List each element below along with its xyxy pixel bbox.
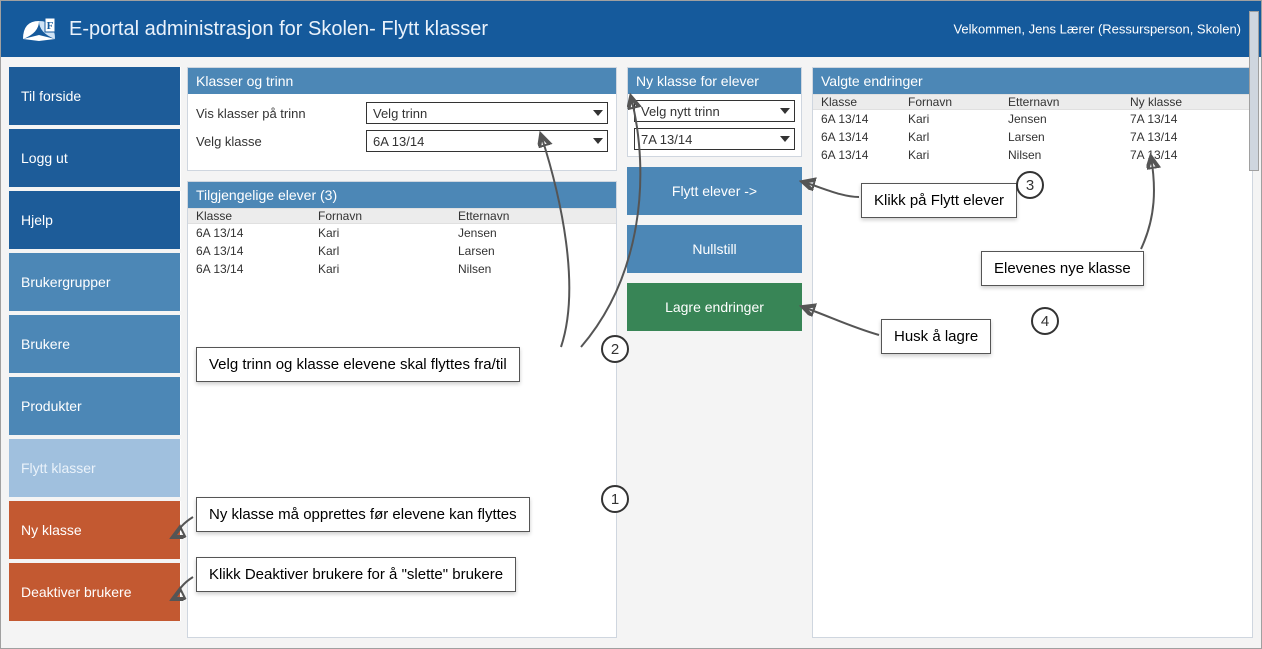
chevron-down-icon bbox=[593, 138, 603, 144]
row-show-grade: Vis klasser på trinn Velg trinn bbox=[196, 102, 608, 124]
move-students-button[interactable]: Flytt elever -> bbox=[627, 167, 802, 215]
col-nyklasse: Ny klasse bbox=[1130, 95, 1252, 109]
sidebar-item-products[interactable]: Produkter bbox=[9, 377, 181, 435]
select-class[interactable]: 6A 13/14 bbox=[366, 130, 608, 152]
body: Til forside Logg ut Hjelp Brukergrupper … bbox=[1, 57, 1261, 648]
app-window: F E-portal administrasjon for Skolen- Fl… bbox=[0, 0, 1262, 649]
col-fornavn: Fornavn bbox=[318, 209, 458, 223]
callout-6: Klikk Deaktiver brukere for å "slette" b… bbox=[196, 557, 516, 592]
panel-header: Klasser og trinn bbox=[188, 68, 616, 94]
sidebar-item-label: Produkter bbox=[21, 398, 82, 414]
callout-num-2: 2 bbox=[601, 335, 629, 363]
select-new-class[interactable]: 7A 13/14 bbox=[634, 128, 795, 150]
callout-num-4: 4 bbox=[1031, 307, 1059, 335]
sidebar-item-usergroups[interactable]: Brukergrupper bbox=[9, 253, 181, 311]
callout-num-3: 3 bbox=[1016, 171, 1044, 199]
sidebar-item-deactivate[interactable]: Deaktiver brukere bbox=[9, 563, 181, 621]
callout-4: Husk å lagre bbox=[881, 319, 991, 354]
col-etternavn: Etternavn bbox=[1008, 95, 1130, 109]
col-klasse: Klasse bbox=[813, 95, 908, 109]
sidebar-item-label: Til forside bbox=[21, 88, 81, 104]
svg-text:F: F bbox=[47, 20, 54, 32]
panel-header: Tilgjengelige elever (3) bbox=[188, 182, 616, 208]
callout-1: Ny klasse må opprettes før elevene kan f… bbox=[196, 497, 530, 532]
table-row[interactable]: 6A 13/14 Kari Jensen 7A 13/14 bbox=[813, 110, 1252, 128]
sidebar-item-label: Logg ut bbox=[21, 150, 68, 166]
column-changes: Valgte endringer Klasse Fornavn Etternav… bbox=[812, 67, 1253, 638]
panel-body: Vis klasser på trinn Velg trinn Velg kla… bbox=[188, 94, 616, 170]
save-button[interactable]: Lagre endringer bbox=[627, 283, 802, 331]
sidebar-item-label: Hjelp bbox=[21, 212, 53, 228]
select-new-grade[interactable]: Velg nytt trinn bbox=[634, 100, 795, 122]
table-row[interactable]: 6A 13/14 Karl Larsen 7A 13/14 bbox=[813, 128, 1252, 146]
panel-selected-changes: Valgte endringer Klasse Fornavn Etternav… bbox=[812, 67, 1253, 638]
table-header: Klasse Fornavn Etternavn bbox=[188, 208, 616, 224]
sidebar-item-label: Deaktiver brukere bbox=[21, 584, 132, 600]
column-actions: Ny klasse for elever Velg nytt trinn 7A … bbox=[627, 67, 802, 638]
select-value: 7A 13/14 bbox=[641, 132, 692, 147]
main: Klasser og trinn Vis klasser på trinn Ve… bbox=[181, 57, 1261, 648]
col-klasse: Klasse bbox=[188, 209, 318, 223]
label-choose-class: Velg klasse bbox=[196, 134, 366, 149]
label-show-grade: Vis klasser på trinn bbox=[196, 106, 366, 121]
callout-num-1: 1 bbox=[601, 485, 629, 513]
panel-new-class: Ny klasse for elever Velg nytt trinn 7A … bbox=[627, 67, 802, 157]
col-etternavn: Etternavn bbox=[458, 209, 616, 223]
table-row[interactable]: 6A 13/14 Kari Nilsen bbox=[188, 260, 616, 278]
panel-header: Valgte endringer bbox=[813, 68, 1252, 94]
panel-classes-grade: Klasser og trinn Vis klasser på trinn Ve… bbox=[187, 67, 617, 171]
table-row[interactable]: 6A 13/14 Kari Nilsen 7A 13/14 bbox=[813, 146, 1252, 164]
reset-button[interactable]: Nullstill bbox=[627, 225, 802, 273]
chevron-down-icon bbox=[780, 108, 790, 114]
sidebar-item-label: Flytt klasser bbox=[21, 460, 96, 476]
sidebar-item-label: Brukergrupper bbox=[21, 274, 111, 290]
callout-2: Velg trinn og klasse elevene skal flytte… bbox=[196, 347, 520, 382]
sidebar-item-label: Ny klasse bbox=[21, 522, 82, 538]
col-fornavn: Fornavn bbox=[908, 95, 1008, 109]
callout-5: Elevenes nye klasse bbox=[981, 251, 1144, 286]
sidebar-item-help[interactable]: Hjelp bbox=[9, 191, 181, 249]
welcome-text: Velkommen, Jens Lærer (Ressursperson, Sk… bbox=[953, 22, 1241, 37]
sidebar-item-newclass[interactable]: Ny klasse bbox=[9, 501, 181, 559]
topbar: F E-portal administrasjon for Skolen- Fl… bbox=[1, 1, 1261, 57]
table-header: Klasse Fornavn Etternavn Ny klasse bbox=[813, 94, 1252, 110]
select-value: Velg trinn bbox=[373, 106, 427, 121]
sidebar-item-users[interactable]: Brukere bbox=[9, 315, 181, 373]
select-value: Velg nytt trinn bbox=[641, 104, 720, 119]
chevron-down-icon bbox=[780, 136, 790, 142]
sidebar-item-moveclasses[interactable]: Flytt klasser bbox=[9, 439, 181, 497]
callout-3: Klikk på Flytt elever bbox=[861, 183, 1017, 218]
select-grade[interactable]: Velg trinn bbox=[366, 102, 608, 124]
select-value: 6A 13/14 bbox=[373, 134, 424, 149]
panel-body: Velg nytt trinn 7A 13/14 bbox=[628, 94, 801, 156]
sidebar-item-home[interactable]: Til forside bbox=[9, 67, 181, 125]
sidebar-item-label: Brukere bbox=[21, 336, 70, 352]
table-row[interactable]: 6A 13/14 Karl Larsen bbox=[188, 242, 616, 260]
scroll-handle[interactable] bbox=[1249, 11, 1259, 171]
app-title: E-portal administrasjon for Skolen- Flyt… bbox=[69, 18, 488, 41]
logo-icon: F bbox=[21, 15, 57, 43]
table-row[interactable]: 6A 13/14 Kari Jensen bbox=[188, 224, 616, 242]
chevron-down-icon bbox=[593, 110, 603, 116]
sidebar: Til forside Logg ut Hjelp Brukergrupper … bbox=[1, 57, 181, 648]
panel-header: Ny klasse for elever bbox=[628, 68, 801, 94]
sidebar-item-logout[interactable]: Logg ut bbox=[9, 129, 181, 187]
row-choose-class: Velg klasse 6A 13/14 bbox=[196, 130, 608, 152]
